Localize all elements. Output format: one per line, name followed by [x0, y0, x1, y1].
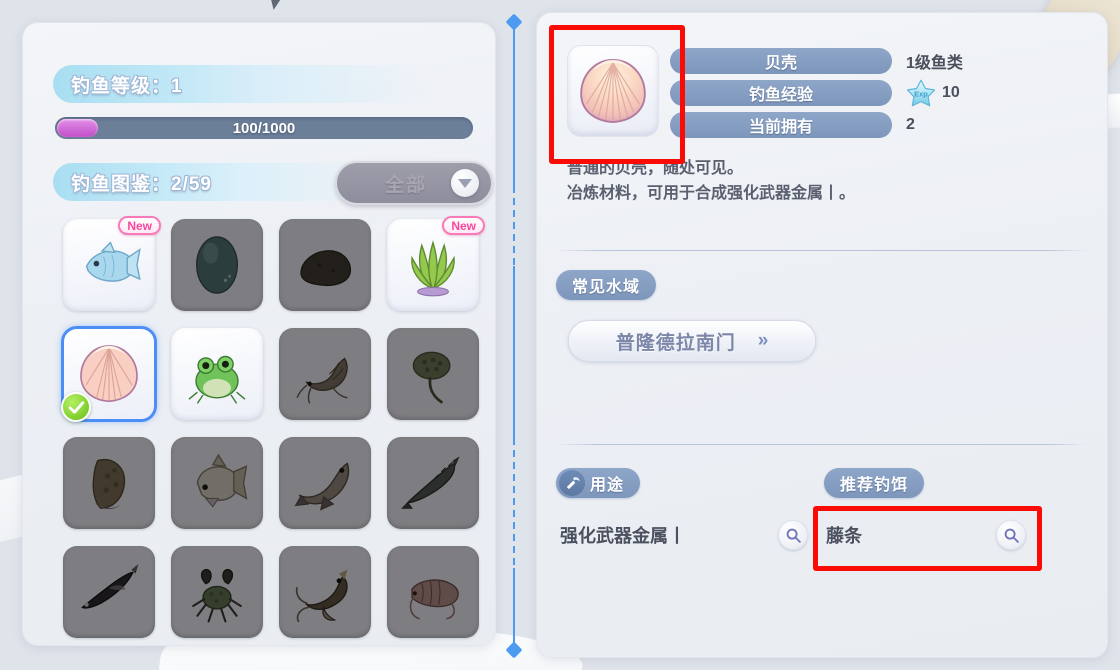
info-row: 当前拥有 2 [670, 112, 1070, 138]
fish-grid-cell[interactable] [63, 437, 155, 529]
catfish-icon [295, 569, 348, 623]
item-info-rows: 贝壳 1级鱼类 钓鱼经验 Exp 10 当前拥有 2 [670, 48, 1070, 144]
frog-icon [188, 355, 246, 404]
fish-grid-cell[interactable]: New [63, 216, 161, 311]
divider-segment-middle [513, 266, 515, 444]
water-section-badge: 常见水域 [556, 270, 657, 300]
fishing-codex-panel: 钓鱼等级：1 100/1000 钓鱼图鉴：2/59 全部 New New [22, 22, 496, 646]
pickaxe-icon [559, 470, 585, 496]
bait-entry-row[interactable]: 藤条 [826, 520, 1026, 550]
fish-grid-cell[interactable] [171, 437, 263, 529]
fish-grid-cell[interactable] [387, 437, 479, 529]
info-row-value: 1级鱼类 [906, 49, 963, 73]
usage-section-label: 用途 [590, 477, 625, 494]
fish-grid-cell[interactable] [171, 546, 263, 638]
divider-segment-upper [513, 22, 515, 192]
usage-section-badge: 用途 [556, 468, 641, 498]
exp-star-icon: Exp [906, 79, 936, 107]
water-location-button[interactable]: 普隆德拉南门 » [568, 320, 816, 362]
fishing-xp-bar: 100/1000 [55, 117, 473, 139]
info-row: 钓鱼经验 Exp 10 [670, 78, 1070, 108]
fishing-codex-banner: 钓鱼图鉴：2/59 [53, 163, 383, 201]
fishing-xp-fill [57, 119, 99, 137]
magnifier-icon[interactable] [778, 520, 808, 550]
category-filter-dropdown[interactable]: 全部 [335, 161, 493, 205]
water-location-name: 普隆德拉南门 [615, 332, 736, 354]
info-row-value-text: 1级鱼类 [906, 55, 963, 72]
fish-grid-cell[interactable] [171, 328, 263, 420]
lotus-pod-icon [412, 351, 451, 404]
fish-grid-cell[interactable] [387, 546, 479, 638]
info-row-value: 2 [906, 116, 915, 134]
fishing-xp-label: 100/1000 [232, 119, 296, 137]
bait-section-label: 推荐钓饵 [840, 477, 909, 494]
info-row-value-text: 10 [942, 84, 960, 101]
shrimp-red-icon [409, 579, 459, 620]
sturgeon-icon [401, 456, 460, 509]
magnifier-icon[interactable] [996, 520, 1026, 550]
item-description-line-1: 普通的贝壳，随处可见。 [567, 160, 744, 177]
shrimp-brown-icon [296, 357, 348, 404]
fishing-level-label: 钓鱼等级：1 [71, 75, 183, 97]
chevron-right-icon: » [757, 330, 769, 351]
cursor-arrow-icon [266, 0, 284, 12]
info-row-label: 当前拥有 [670, 112, 892, 138]
fish-grid-cell[interactable]: New [387, 216, 485, 311]
fish-grid-cell[interactable] [279, 219, 371, 311]
svg-text:Exp: Exp [914, 89, 928, 98]
fish-dark-icon [81, 564, 139, 609]
info-row-value: Exp 10 [906, 78, 960, 108]
fish-grid-cell[interactable] [279, 437, 371, 529]
bait-entry-name: 藤条 [826, 526, 862, 546]
info-row-label: 钓鱼经验 [670, 80, 892, 106]
info-row-value-text: 2 [906, 116, 915, 133]
fishing-level-banner: 钓鱼等级：1 [53, 65, 451, 103]
seaweed-icon [411, 240, 455, 297]
check-icon [61, 392, 91, 422]
fish-grid-cell[interactable] [279, 328, 371, 420]
crab-icon [192, 568, 242, 623]
egg-blob-icon [196, 236, 238, 294]
fish-grid-cell[interactable] [171, 219, 263, 311]
item-description-line-2: 冶炼材料，可用于合成强化武器金属丨。 [567, 184, 856, 202]
shell-icon [580, 58, 646, 124]
fish-jump-icon [294, 462, 350, 511]
new-badge: New [118, 216, 161, 235]
fishing-codex-label: 钓鱼图鉴：2/59 [71, 173, 212, 195]
fish-grid-cell[interactable] [63, 546, 155, 638]
section-divider-lower [556, 444, 1088, 445]
fish-grid-cell[interactable] [61, 326, 157, 422]
fish-grid: New New [61, 216, 485, 645]
fish-grid-cell[interactable] [387, 328, 479, 420]
new-badge: New [442, 216, 485, 235]
bait-section-badge: 推荐钓饵 [824, 468, 925, 498]
fish-round-icon [196, 453, 248, 508]
info-row-label: 贝壳 [670, 48, 892, 74]
item-description: 普通的贝壳，随处可见。 冶炼材料，可用于合成强化武器金属丨。 [567, 157, 1067, 207]
fish-blue-icon [85, 241, 141, 282]
chevron-down-icon[interactable] [451, 169, 479, 197]
info-row: 贝壳 1级鱼类 [670, 48, 1070, 74]
usage-entry-name: 强化武器金属丨 [560, 526, 686, 546]
conch-icon [92, 459, 126, 510]
item-thumbnail[interactable] [567, 45, 659, 137]
divider-diamond-bottom-icon [505, 641, 523, 659]
water-section-label: 常见水域 [572, 279, 641, 296]
panel-divider [505, 8, 523, 662]
section-divider-upper [556, 250, 1088, 251]
usage-entry-row[interactable]: 强化武器金属丨 [560, 520, 808, 550]
rock-icon [300, 250, 351, 287]
category-filter-label: 全部 [384, 174, 427, 196]
fish-grid-cell[interactable] [279, 546, 371, 638]
